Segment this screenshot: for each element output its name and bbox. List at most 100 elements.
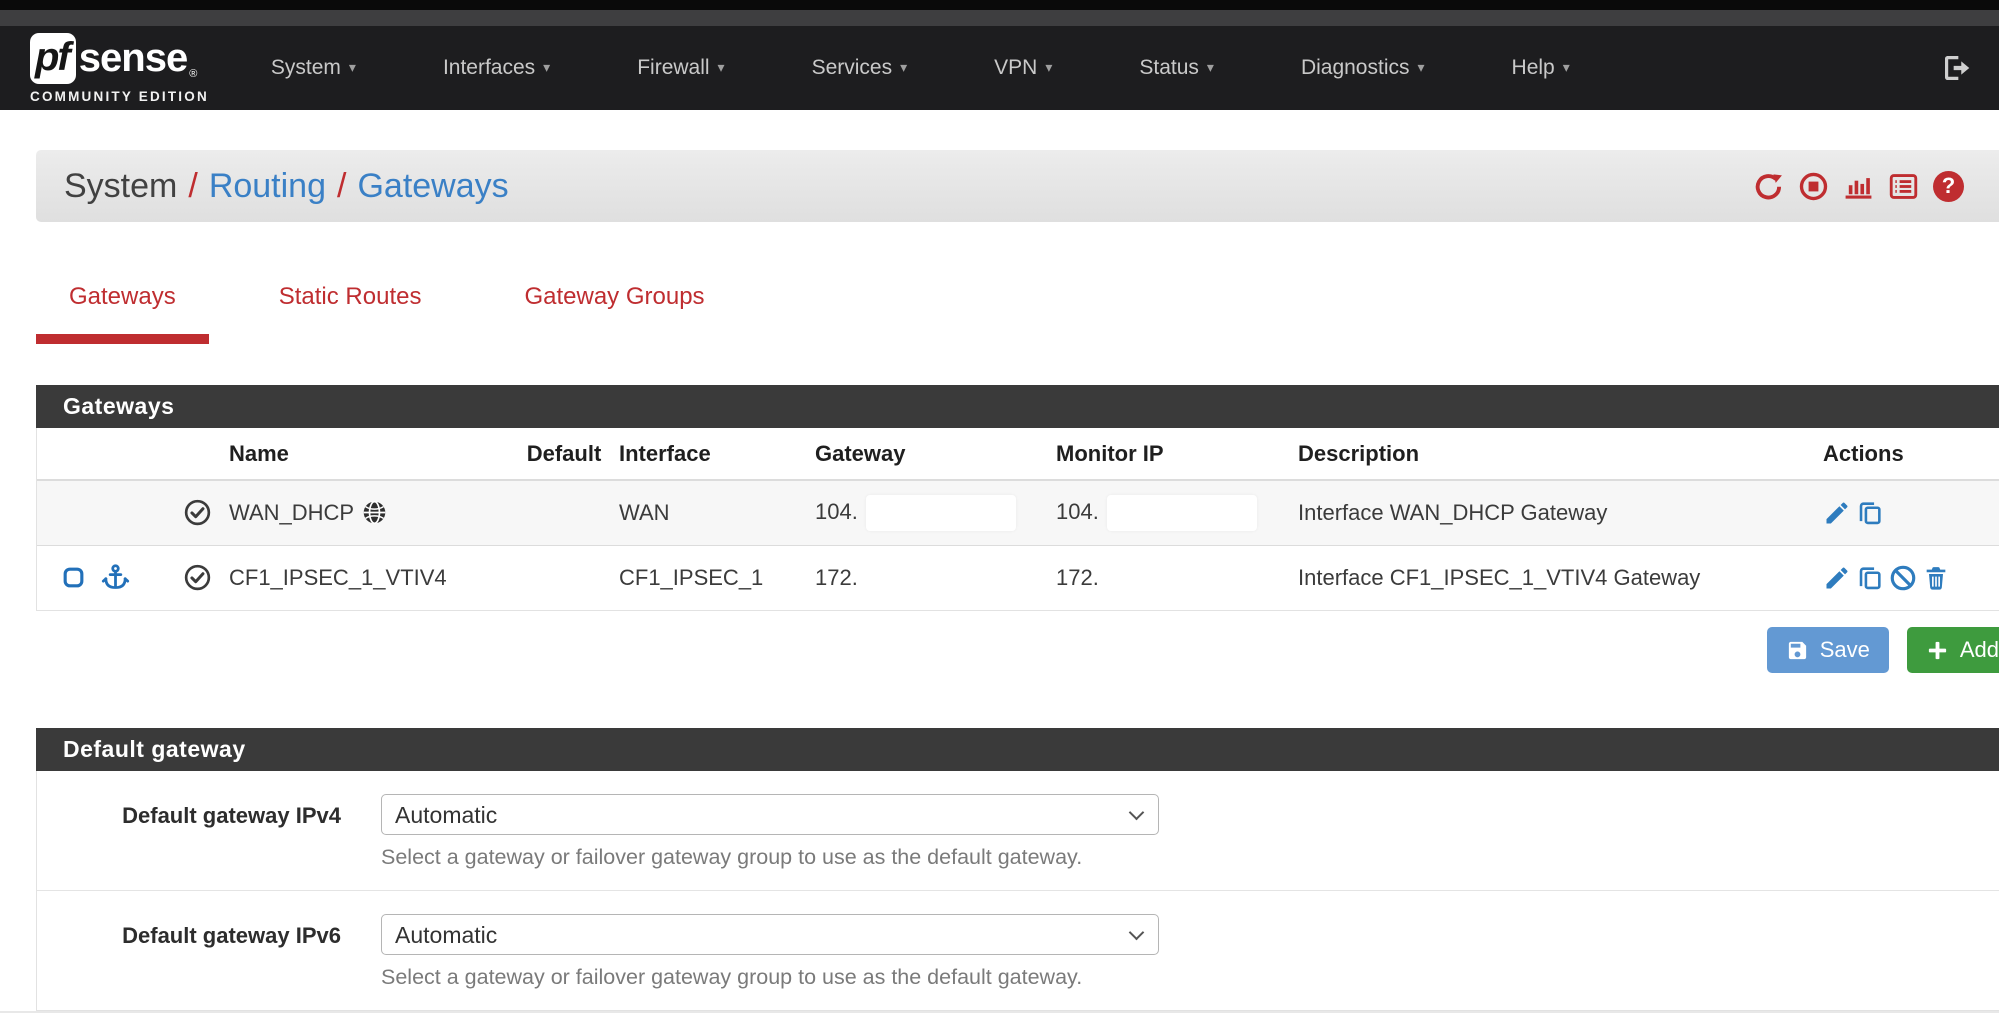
default-cell	[509, 545, 619, 610]
anchor-icon	[101, 563, 130, 592]
gateway-ip-cell: 172.	[815, 545, 1056, 610]
gateways-panel-title: Gateways	[36, 385, 1999, 428]
monitor-ip-cell: 172.	[1056, 545, 1298, 610]
default-gateway-form: Default gateway IPv4 Automatic Select a …	[36, 771, 1999, 1011]
nav-item-firewall[interactable]: Firewall▾	[637, 56, 724, 80]
question-icon[interactable]: ?	[1933, 171, 1964, 202]
interface-cell: CF1_IPSEC_1	[619, 545, 815, 610]
default-gateway-ipv6-select[interactable]: Automatic	[381, 914, 1159, 955]
col-gateway: Gateway	[815, 428, 1056, 480]
window-title-strip	[0, 10, 1999, 26]
default-cell	[509, 480, 619, 545]
gateways-table-wrap: Name Default Interface Gateway Monitor I…	[36, 428, 1999, 611]
breadcrumb-separator: /	[337, 167, 346, 206]
marker-cell	[37, 480, 165, 545]
default-gateway-ipv6-help: Select a gateway or failover gateway gro…	[381, 965, 1159, 990]
nav-item-vpn[interactable]: VPN▾	[994, 56, 1052, 80]
nav-item-system[interactable]: System▾	[271, 56, 356, 80]
col-interface: Interface	[619, 428, 815, 480]
edit-icon[interactable]	[1823, 564, 1851, 592]
edit-icon[interactable]	[1823, 499, 1851, 527]
nav-item-help[interactable]: Help▾	[1512, 56, 1570, 80]
description-cell: Interface CF1_IPSEC_1_VTIV4 Gateway	[1298, 545, 1823, 610]
chevron-down-icon: ▾	[718, 59, 725, 75]
nav-item-status[interactable]: Status▾	[1139, 56, 1214, 80]
chevron-down-icon: ▾	[900, 59, 907, 75]
nav-item-services[interactable]: Services▾	[812, 56, 908, 80]
status-cell	[165, 545, 229, 610]
plus-icon	[1926, 639, 1949, 662]
default-gateway-ipv4-select[interactable]: Automatic	[381, 794, 1159, 835]
table-buttons: Save Add	[0, 627, 1999, 673]
status-cell	[165, 480, 229, 545]
pfsense-logo-pf: pf	[30, 33, 76, 84]
table-row: WAN_DHCP WAN	[37, 480, 1999, 545]
interface-cell: WAN	[619, 480, 815, 545]
col-default: Default	[509, 428, 619, 480]
gateways-table: Name Default Interface Gateway Monitor I…	[37, 428, 1999, 610]
tab-static-routes[interactable]: Static Routes	[246, 282, 455, 344]
chevron-down-icon: ▾	[1207, 59, 1214, 75]
save-icon	[1786, 639, 1809, 662]
breadcrumb-bar: System / Routing / Gateways	[36, 150, 1999, 222]
chart-bar-icon[interactable]	[1843, 171, 1874, 202]
nav-item-interfaces[interactable]: Interfaces▾	[443, 56, 550, 80]
default-gateway-panel: Default gateway Default gateway IPv4 Aut…	[36, 728, 1999, 1011]
copy-icon[interactable]	[1856, 564, 1884, 592]
description-cell: Interface WAN_DHCP Gateway	[1298, 480, 1823, 545]
col-status	[165, 428, 229, 480]
default-gateway-ipv4-main: Automatic Select a gateway or failover g…	[381, 794, 1159, 870]
col-markers	[37, 428, 165, 480]
default-gateway-ipv4-help: Select a gateway or failover gateway gro…	[381, 845, 1159, 870]
marker-cell	[37, 545, 165, 610]
check-circle-icon	[183, 563, 212, 592]
default-gateway-ipv6-label: Default gateway IPv6	[37, 914, 381, 949]
registered-mark: ®	[189, 68, 197, 80]
default-gateway-ipv6-main: Automatic Select a gateway or failover g…	[381, 914, 1159, 990]
redaction-box	[866, 495, 1016, 531]
copy-icon[interactable]	[1856, 499, 1884, 527]
tab-gateways[interactable]: Gateways	[36, 282, 209, 344]
add-button[interactable]: Add	[1907, 627, 1999, 673]
col-name: Name	[229, 428, 509, 480]
window-top-strip	[0, 0, 1999, 10]
default-gateway-ipv4-row: Default gateway IPv4 Automatic Select a …	[37, 771, 1999, 891]
breadcrumb-link-routing[interactable]: Routing	[209, 167, 326, 206]
chevron-down-icon: ▾	[1045, 59, 1052, 75]
pfsense-logo-subtitle: COMMUNITY EDITION	[30, 89, 209, 104]
gateways-panel: Gateways Name Default Interface Gateway …	[36, 385, 1999, 611]
ban-icon[interactable]	[1889, 564, 1917, 592]
nav-item-diagnostics[interactable]: Diagnostics▾	[1301, 56, 1425, 80]
refresh-icon[interactable]	[1753, 171, 1784, 202]
default-gateway-panel-title: Default gateway	[36, 728, 1999, 771]
tab-gateway-groups[interactable]: Gateway Groups	[491, 282, 737, 344]
default-gateway-ipv6-row: Default gateway IPv6 Automatic Select a …	[37, 891, 1999, 1010]
gateway-name-cell: CF1_IPSEC_1_VTIV4	[229, 545, 509, 610]
pfsense-logo-top: pf sense ®	[30, 33, 209, 84]
stop-circle-icon[interactable]	[1798, 171, 1829, 202]
chevron-down-icon: ▾	[1418, 59, 1425, 75]
save-button[interactable]: Save	[1767, 627, 1889, 673]
breadcrumb-separator: /	[188, 167, 197, 206]
pfsense-logo-sense: sense	[79, 36, 187, 81]
trash-icon[interactable]	[1922, 564, 1950, 592]
chevron-down-icon: ▾	[349, 59, 356, 75]
routing-tabs: Gateways Static Routes Gateway Groups	[36, 282, 1999, 344]
col-actions: Actions	[1823, 428, 1999, 480]
gateway-ip-cell: 104.	[815, 480, 1056, 545]
list-icon[interactable]	[1888, 171, 1919, 202]
breadcrumb: System / Routing / Gateways	[64, 167, 509, 206]
chevron-down-icon: ▾	[543, 59, 550, 75]
col-description: Description	[1298, 428, 1823, 480]
chevron-down-icon: ▾	[1563, 59, 1570, 75]
pfsense-logo[interactable]: pf sense ® COMMUNITY EDITION	[30, 33, 209, 104]
breadcrumb-link-gateways[interactable]: Gateways	[357, 167, 508, 206]
actions-cell	[1823, 480, 1999, 545]
table-row: CF1_IPSEC_1_VTIV4 CF1_IPSEC_1 172. 172. …	[37, 545, 1999, 610]
col-monitor-ip: Monitor IP	[1056, 428, 1298, 480]
gateway-name-cell: WAN_DHCP	[229, 480, 509, 545]
page-action-icons: ?	[1753, 171, 1964, 202]
breadcrumb-section: System	[64, 167, 177, 206]
sign-out-icon[interactable]	[1941, 52, 1973, 84]
monitor-ip-cell: 104.	[1056, 480, 1298, 545]
